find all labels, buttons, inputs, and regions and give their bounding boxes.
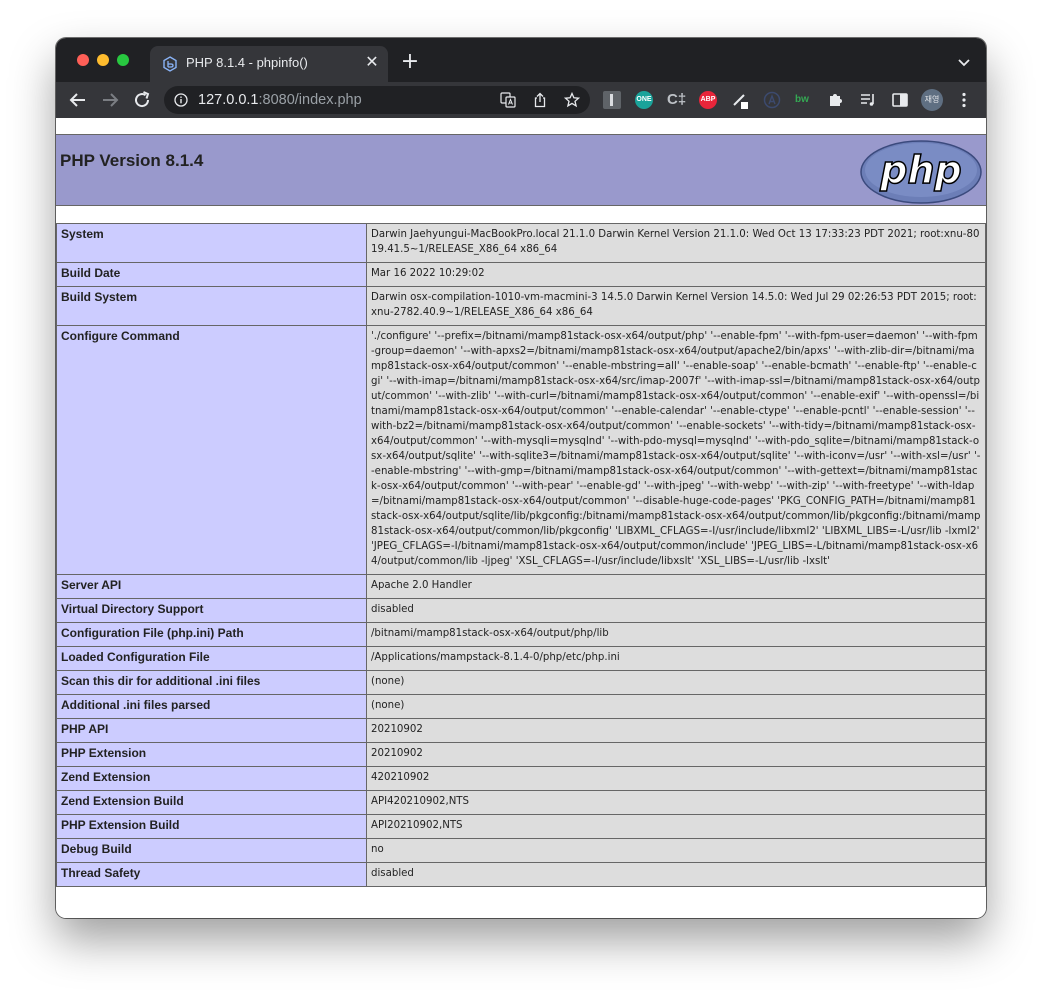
zoom-window-button[interactable] <box>117 54 129 66</box>
table-row: Server API Apache 2.0 Handler <box>56 574 986 599</box>
row-value: Darwin Jaehyungui-MacBookPro.local 21.1.… <box>366 223 986 263</box>
php-logo-text: php <box>879 148 961 192</box>
row-label: Loaded Configuration File <box>56 646 367 671</box>
row-label: Configure Command <box>56 325 367 575</box>
table-row: Configure Command './configure' '--prefix… <box>56 325 986 575</box>
tab-search-chevron-icon[interactable] <box>954 52 974 72</box>
row-label: Configuration File (php.ini) Path <box>56 622 367 647</box>
forward-arrow-icon[interactable] <box>99 89 121 111</box>
side-panel-icon[interactable] <box>891 91 909 109</box>
row-value: /Applications/mampstack-8.1.4-0/php/etc/… <box>366 646 986 671</box>
row-label: PHP Extension Build <box>56 814 367 839</box>
table-row: Debug Build no <box>56 838 986 863</box>
row-value: 20210902 <box>366 718 986 743</box>
php-version-header: PHP Version 8.1.4 php <box>56 134 986 206</box>
row-label: Virtual Directory Support <box>56 598 367 623</box>
table-row: Scan this dir for additional .ini files(… <box>56 670 986 695</box>
table-row: Build Date Mar 16 2022 10:29:02 <box>56 262 986 287</box>
one-extension-icon[interactable]: ONE <box>635 91 653 109</box>
row-value: 420210902 <box>366 766 986 791</box>
row-value: Mar 16 2022 10:29:02 <box>366 262 986 287</box>
php-logo[interactable]: php <box>860 140 982 204</box>
table-row: Zend Extension Build API420210902,NTS <box>56 790 986 815</box>
row-value: (none) <box>366 694 986 719</box>
tab-strip: PHP 8.1.4 - phpinfo() ✕ + <box>56 38 986 82</box>
row-label: Zend Extension Build <box>56 790 367 815</box>
table-row: PHP API 20210902 <box>56 718 986 743</box>
extensions-puzzle-icon[interactable] <box>827 91 845 109</box>
bookmark-star-icon[interactable] <box>564 92 580 108</box>
table-row: PHP Extension Build API20210902,NTS <box>56 814 986 839</box>
url-text: 127.0.0.1:8080/index.php <box>198 92 362 108</box>
row-label: Additional .ini files parsed <box>56 694 367 719</box>
tab-phpinfo[interactable]: PHP 8.1.4 - phpinfo() ✕ <box>150 46 388 82</box>
php-info-table: System Darwin Jaehyungui-MacBookPro.local… <box>56 223 986 887</box>
table-row: Virtual Directory Support disabled <box>56 598 986 623</box>
reader-extension-icon[interactable] <box>603 91 621 109</box>
close-window-button[interactable] <box>77 54 89 66</box>
row-label: Debug Build <box>56 838 367 863</box>
close-tab-icon[interactable]: ✕ <box>364 54 380 70</box>
browser-toolbar: 127.0.0.1:8080/index.php ONE C‡ ABP bw 재… <box>56 82 986 118</box>
back-arrow-icon[interactable] <box>67 89 89 111</box>
url-host: 127.0.0.1 <box>198 92 259 108</box>
row-label: Scan this dir for additional .ini files <box>56 670 367 695</box>
row-value: API420210902,NTS <box>366 790 986 815</box>
profile-avatar[interactable]: 재영 <box>921 89 943 111</box>
adblock-plus-extension-icon[interactable]: ABP <box>699 91 717 109</box>
row-label: Build System <box>56 286 367 326</box>
row-label: PHP Extension <box>56 742 367 767</box>
table-row: Zend Extension 420210902 <box>56 766 986 791</box>
row-value: disabled <box>366 862 986 887</box>
address-bar[interactable]: 127.0.0.1:8080/index.php <box>164 86 590 114</box>
row-label: Zend Extension <box>56 766 367 791</box>
row-value: no <box>366 838 986 863</box>
row-label: Thread Safety <box>56 862 367 887</box>
bw-extension-icon[interactable]: bw <box>795 91 813 109</box>
css-peeper-extension-icon[interactable]: C‡ <box>667 91 686 109</box>
row-value: Darwin osx-compilation-1010-vm-macmini-3… <box>366 286 986 326</box>
tab-title: PHP 8.1.4 - phpinfo() <box>186 55 308 70</box>
browser-window: PHP 8.1.4 - phpinfo() ✕ + 127.0.0.1:8080… <box>56 38 986 918</box>
table-row: Configuration File (php.ini) Path/bitnam… <box>56 622 986 647</box>
table-row: Thread Safety disabled <box>56 862 986 887</box>
row-value: (none) <box>366 670 986 695</box>
a-extension-icon[interactable] <box>763 91 781 109</box>
new-tab-button[interactable]: + <box>400 51 420 73</box>
row-value: /bitnami/mamp81stack-osx-x64/output/php/… <box>366 622 986 647</box>
table-row: Additional .ini files parsed (none) <box>56 694 986 719</box>
table-row: System Darwin Jaehyungui-MacBookPro.local… <box>56 223 986 263</box>
table-row: PHP Extension 20210902 <box>56 742 986 767</box>
row-value: 20210902 <box>366 742 986 767</box>
more-menu-icon[interactable] <box>955 91 973 109</box>
row-label: PHP API <box>56 718 367 743</box>
row-value: Apache 2.0 Handler <box>366 574 986 599</box>
row-label: Build Date <box>56 262 367 287</box>
row-value: API20210902,NTS <box>366 814 986 839</box>
table-row: Loaded Configuration File/Applications/m… <box>56 646 986 671</box>
translate-icon[interactable] <box>500 92 516 108</box>
url-path: :8080/index.php <box>258 92 362 108</box>
row-label: System <box>56 223 367 263</box>
share-icon[interactable] <box>532 92 548 108</box>
bitnami-favicon-icon <box>163 56 177 72</box>
pen-extension-icon[interactable] <box>731 91 749 109</box>
row-label: Server API <box>56 574 367 599</box>
minimize-window-button[interactable] <box>97 54 109 66</box>
page-title: PHP Version 8.1.4 <box>60 151 204 170</box>
row-value: './configure' '--prefix=/bitnami/mamp81s… <box>366 325 986 575</box>
site-info-icon[interactable] <box>174 93 188 107</box>
row-value: disabled <box>366 598 986 623</box>
page-content: PHP Version 8.1.4 php System Darwin Jaehy… <box>56 118 986 918</box>
media-playlist-icon[interactable] <box>859 91 877 109</box>
table-row: Build System Darwin osx-compilation-1010-… <box>56 286 986 326</box>
reload-icon[interactable] <box>131 89 153 111</box>
